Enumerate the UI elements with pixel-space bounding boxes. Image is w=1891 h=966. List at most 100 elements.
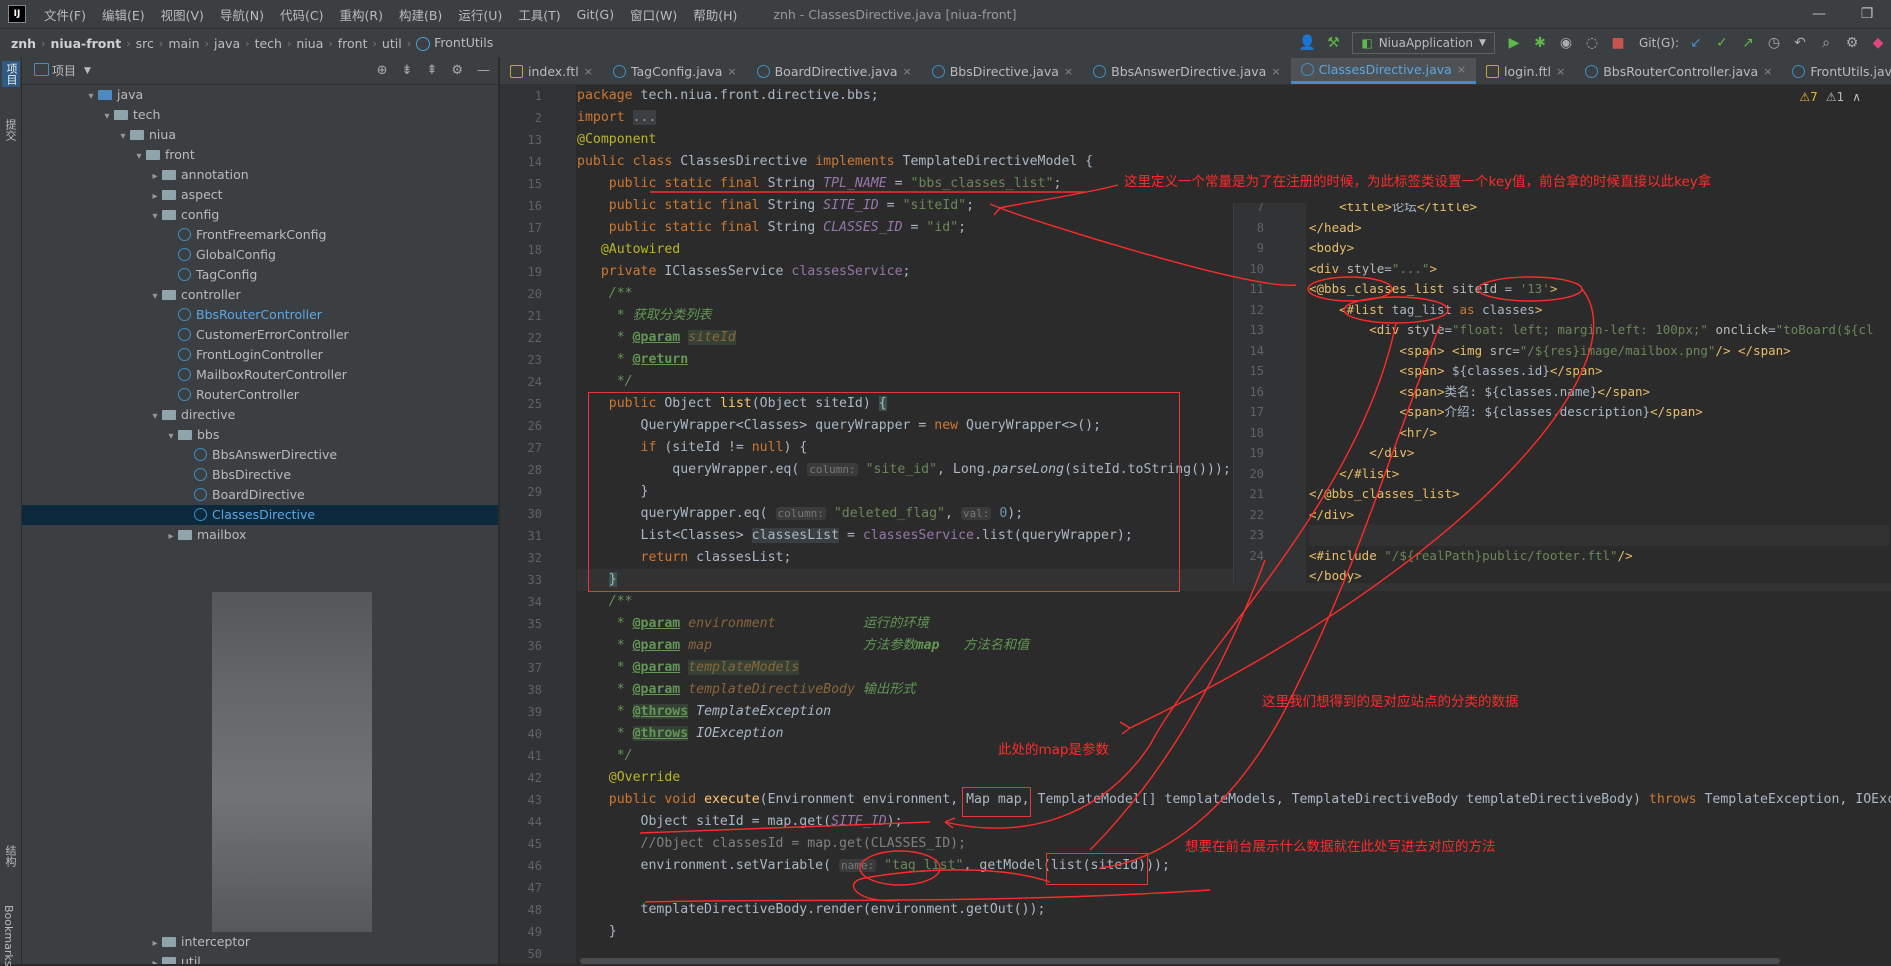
tree-item[interactable]: ▾ java	[22, 85, 498, 105]
breadcrumb-main[interactable]: main	[163, 36, 204, 51]
chevron-down-icon[interactable]: ▼	[84, 66, 91, 76]
tree-item[interactable]: FrontFreemarkConfig	[22, 225, 498, 245]
menu-tools[interactable]: 工具(T)	[510, 5, 568, 24]
git-commit-icon[interactable]: ✓	[1711, 32, 1733, 54]
tree-item[interactable]: BbsDirective	[22, 465, 498, 485]
tree-item[interactable]: MailboxRouterController	[22, 365, 498, 385]
editor-tab[interactable]: BbsRouterController.java ×	[1575, 58, 1782, 84]
tree-item[interactable]: ▾ bbs	[22, 425, 498, 445]
gear-icon[interactable]: ⚙	[451, 63, 463, 78]
git-push-icon[interactable]: ↗	[1737, 32, 1759, 54]
chevron-down-icon[interactable]: ▾	[116, 127, 130, 147]
close-icon[interactable]: ×	[584, 65, 593, 78]
close-icon[interactable]: ×	[1271, 65, 1280, 78]
tree-item[interactable]: ▸ aspect	[22, 185, 498, 205]
tree-item[interactable]: BbsAnswerDirective	[22, 445, 498, 465]
search-icon[interactable]: ⌕	[1815, 32, 1837, 54]
run-config-select[interactable]: ◧ NiuaApplication ▼	[1352, 32, 1495, 54]
tree-item[interactable]: RouterController	[22, 385, 498, 405]
close-icon[interactable]: ×	[903, 65, 912, 78]
chevron-down-icon[interactable]: ▾	[148, 407, 162, 427]
hide-icon[interactable]: —	[477, 63, 490, 78]
build-hammer-icon[interactable]: ⚒	[1322, 32, 1344, 54]
editor-tab[interactable]: BoardDirective.java ×	[747, 58, 922, 84]
git-update-icon[interactable]: ↙	[1685, 32, 1707, 54]
chevron-down-icon[interactable]: ▾	[164, 427, 178, 447]
tree-item[interactable]: ▸ util	[22, 952, 498, 964]
tree-item[interactable]: ▸ mailbox	[22, 525, 498, 545]
breadcrumb-project[interactable]: znh	[6, 36, 41, 51]
user-icon[interactable]: 👤	[1296, 32, 1318, 54]
chevron-right-icon[interactable]: ▸	[148, 954, 162, 964]
breadcrumb-file[interactable]: FrontUtils	[411, 35, 498, 51]
tree-item[interactable]: ▾ controller	[22, 285, 498, 305]
editor-tab[interactable]: FrontUtils.java×	[1782, 58, 1891, 84]
tree-item[interactable]: ▾ niua	[22, 125, 498, 145]
menu-code[interactable]: 代码(C)	[272, 5, 331, 24]
settings-gear-icon[interactable]: ⚙	[1841, 32, 1863, 54]
tree-item[interactable]: CustomerErrorController	[22, 325, 498, 345]
editor-tab[interactable]: ClassesDirective.java ×	[1290, 58, 1477, 84]
menu-git[interactable]: Git(G)	[569, 7, 623, 22]
close-icon[interactable]: ×	[1064, 65, 1073, 78]
coverage-icon[interactable]: ◉	[1555, 32, 1577, 54]
chevron-down-icon[interactable]: ▾	[148, 287, 162, 307]
menu-refactor[interactable]: 重构(R)	[332, 5, 391, 24]
editor-tab[interactable]: TagConfig.java ×	[603, 58, 747, 84]
tree-item[interactable]: FrontLoginController	[22, 345, 498, 365]
chevron-right-icon[interactable]: ▸	[148, 934, 162, 954]
close-icon[interactable]: ×	[1556, 65, 1565, 78]
tree-item[interactable]: ▸ interceptor	[22, 932, 498, 952]
commit-tool-tab[interactable]: 提交	[2, 119, 18, 141]
editor-tab[interactable]: login.ftl ×	[1476, 58, 1575, 84]
close-icon[interactable]: ×	[1457, 63, 1466, 76]
tree-item[interactable]: GlobalConfig	[22, 245, 498, 265]
editor-tab[interactable]: BbsAnswerDirective.java ×	[1083, 58, 1290, 84]
minimize-icon[interactable]: —	[1795, 0, 1843, 28]
chevron-right-icon[interactable]: ▸	[164, 527, 178, 547]
rollback-icon[interactable]: ↶	[1789, 32, 1811, 54]
tree-item[interactable]: ▾ front	[22, 145, 498, 165]
menu-view[interactable]: 视图(V)	[153, 5, 212, 24]
editor-tab[interactable]: BbsDirective.java ×	[922, 58, 1083, 84]
tree-item[interactable]: BbsRouterController	[22, 305, 498, 325]
chevron-right-icon[interactable]: ▸	[148, 187, 162, 207]
close-icon[interactable]: ×	[1763, 65, 1772, 78]
expand-all-icon[interactable]: ⇟	[402, 63, 413, 78]
tree-item[interactable]: ▾ tech	[22, 105, 498, 125]
menu-file[interactable]: 文件(F)	[36, 5, 94, 24]
tree-item[interactable]: ClassesDirective	[22, 505, 498, 525]
tree-item[interactable]: ▾ directive	[22, 405, 498, 425]
chevron-down-icon[interactable]: ▾	[84, 87, 98, 107]
breadcrumb-util[interactable]: util	[377, 36, 407, 51]
stop-icon[interactable]: ■	[1607, 32, 1629, 54]
tree-item[interactable]: ▾ config	[22, 205, 498, 225]
run-icon[interactable]: ▶	[1503, 32, 1525, 54]
locate-icon[interactable]: ⊕	[377, 63, 388, 78]
breadcrumb-java[interactable]: java	[209, 36, 245, 51]
chevron-down-icon[interactable]: ▾	[132, 147, 146, 167]
bookmarks-tool-tab[interactable]: Bookmarks	[2, 905, 15, 966]
breadcrumb-niua[interactable]: niua	[291, 36, 328, 51]
project-panel-title[interactable]: 项目	[52, 62, 76, 79]
debug-icon[interactable]: ✱	[1529, 32, 1551, 54]
structure-tool-tab[interactable]: 结构	[2, 845, 18, 867]
editor-horizontal-scrollbar[interactable]	[580, 958, 1780, 964]
breadcrumb-front[interactable]: front	[333, 36, 373, 51]
menu-navigate[interactable]: 导航(N)	[212, 5, 272, 24]
breadcrumb-src[interactable]: src	[131, 36, 159, 51]
chevron-right-icon[interactable]: ▸	[148, 167, 162, 187]
close-icon[interactable]: ×	[727, 65, 736, 78]
history-icon[interactable]: ◷	[1763, 32, 1785, 54]
menu-build[interactable]: 构建(B)	[391, 5, 450, 24]
tree-item[interactable]: TagConfig	[22, 265, 498, 285]
menu-run[interactable]: 运行(U)	[450, 5, 510, 24]
breadcrumb-tech[interactable]: tech	[250, 36, 287, 51]
profile-icon[interactable]: ◌	[1581, 32, 1603, 54]
ide-logo-icon[interactable]: ◆	[1867, 32, 1889, 54]
editor-tab[interactable]: index.ftl ×	[500, 58, 603, 84]
menu-edit[interactable]: 编辑(E)	[94, 5, 153, 24]
tree-item[interactable]: BoardDirective	[22, 485, 498, 505]
chevron-down-icon[interactable]: ▾	[148, 207, 162, 227]
tree-item[interactable]: ▸ annotation	[22, 165, 498, 185]
